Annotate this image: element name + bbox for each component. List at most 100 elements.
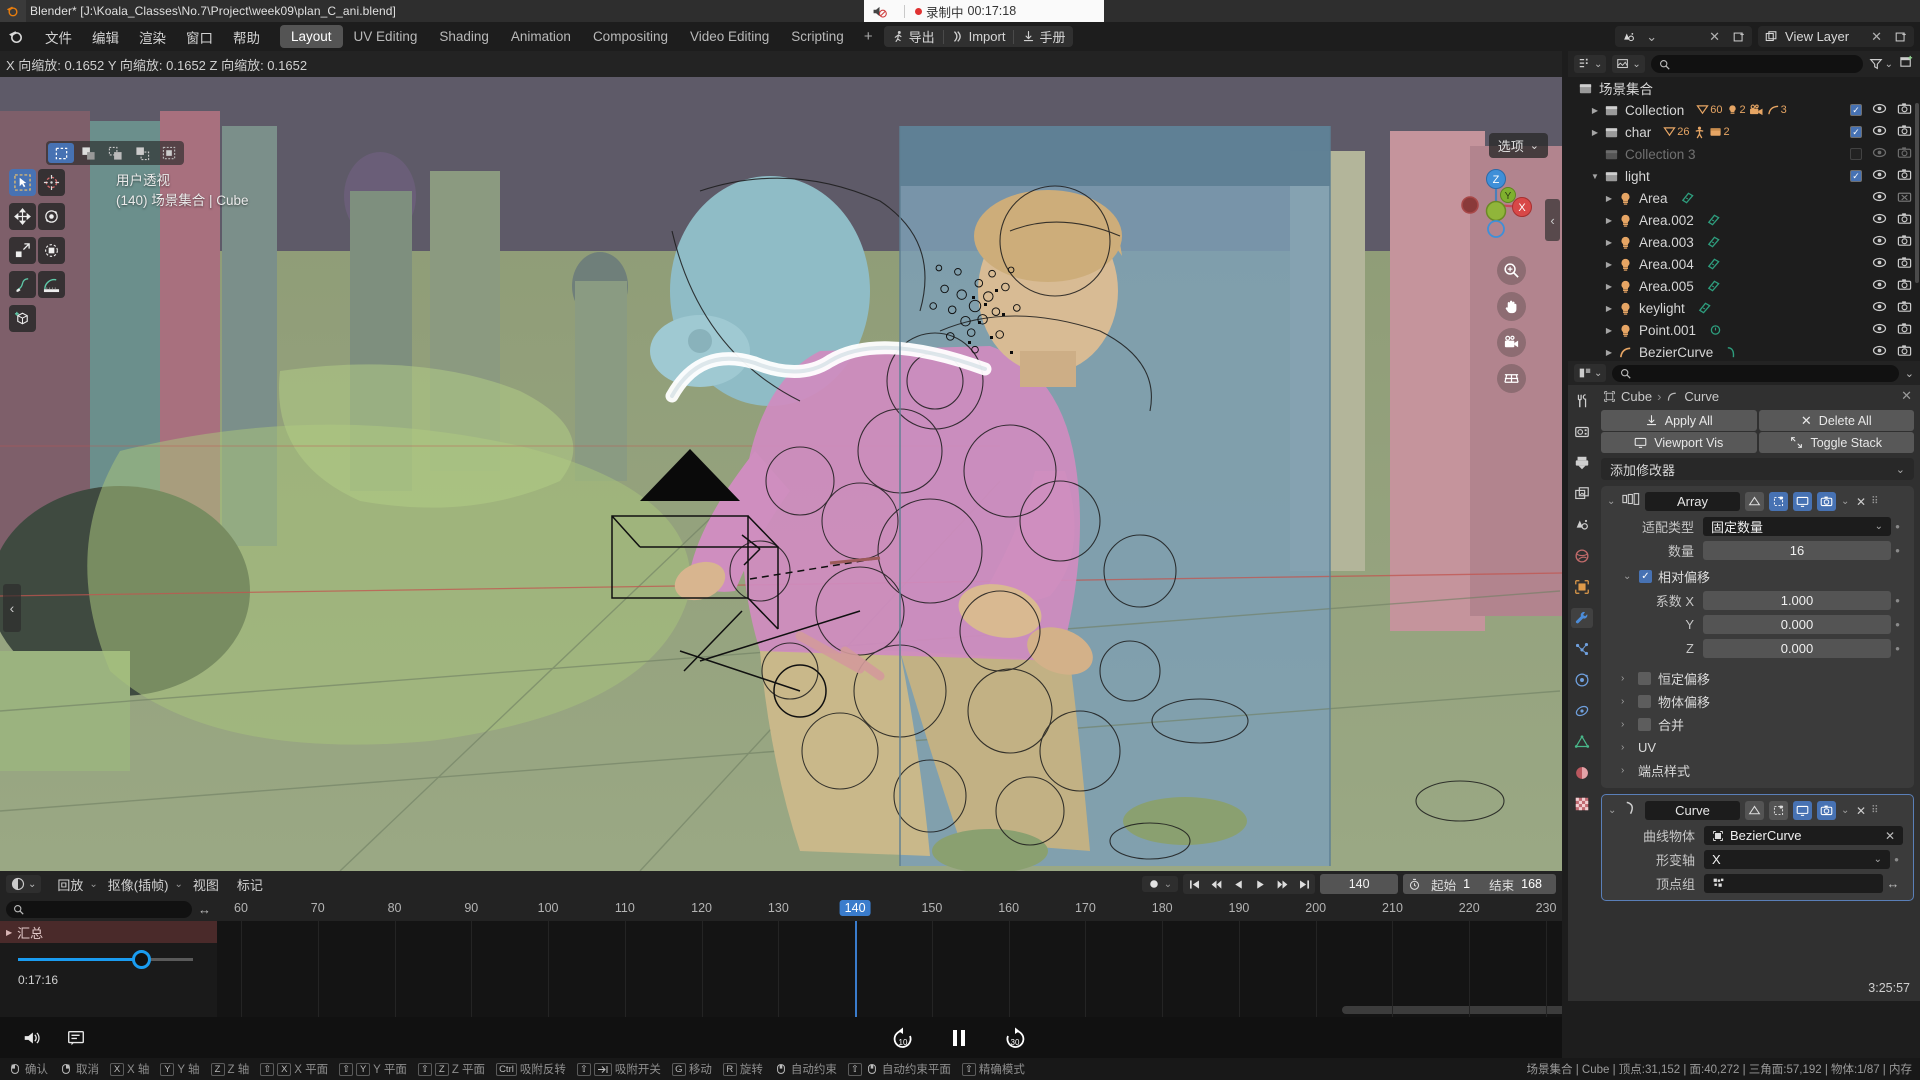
export-addon-button[interactable]: 导出 xyxy=(884,26,943,47)
timeline-menu-keying[interactable]: 抠像(插帧) xyxy=(100,872,177,897)
properties-search-input[interactable] xyxy=(1612,364,1899,382)
modifier-tab[interactable] xyxy=(1570,608,1593,628)
properties-options-chevron-icon[interactable]: ⌄ xyxy=(1905,367,1914,380)
subtitles-icon[interactable] xyxy=(66,1028,86,1053)
tab-scripting[interactable]: Scripting xyxy=(780,25,855,48)
start-frame-value[interactable]: 1 xyxy=(1461,877,1484,891)
constraints-tab[interactable] xyxy=(1571,701,1593,721)
menu-help[interactable]: 帮助 xyxy=(223,24,270,50)
expand-chevron-icon[interactable]: ▶ xyxy=(1602,282,1616,291)
outliner-row-area-005[interactable]: ▶ Area.005 xyxy=(1568,275,1920,297)
modifier-drag-handle[interactable]: ⠿ xyxy=(1871,805,1879,816)
constant-offset-section[interactable]: › 恒定偏移 xyxy=(1621,667,1914,690)
animate-property-dot[interactable]: • xyxy=(1891,519,1904,534)
expand-chevron-icon[interactable]: ⌄ xyxy=(1607,496,1617,507)
clear-curve-object-icon[interactable]: ✕ xyxy=(1885,829,1895,843)
hide-in-viewport-icon[interactable] xyxy=(1872,102,1887,118)
vertex-group-invert-icon[interactable]: ↔ xyxy=(1883,876,1903,891)
tab-uv-editing[interactable]: UV Editing xyxy=(343,25,429,48)
forward-30-icon[interactable]: 30 xyxy=(1002,1025,1028,1056)
edit-mode-cage-toggle[interactable] xyxy=(1745,492,1764,511)
pause-icon[interactable] xyxy=(946,1025,972,1056)
collection-exclude-checkbox[interactable]: ✓ xyxy=(1850,170,1862,182)
outliner-row-area-004[interactable]: ▶ Area.004 xyxy=(1568,253,1920,275)
hide-in-viewport-icon[interactable] xyxy=(1872,146,1887,162)
expand-chevron-icon[interactable]: ▶ xyxy=(1602,216,1616,225)
use-preview-range-icon[interactable] xyxy=(1403,878,1426,891)
outliner-display-mode-button[interactable]: ⌄ xyxy=(1612,55,1645,73)
sidebar-expand-arrow-icon[interactable]: ‹ xyxy=(1545,199,1560,241)
outliner-row-point-001[interactable]: ▶ Point.001 xyxy=(1568,319,1920,341)
timeline-menu-view[interactable]: 视图 xyxy=(185,872,227,897)
zoom-icon[interactable] xyxy=(1497,256,1526,285)
world-tab[interactable] xyxy=(1571,546,1593,566)
render-tab[interactable] xyxy=(1571,422,1593,442)
animate-property-dot[interactable]: • xyxy=(1891,641,1904,656)
previous-keyframe-button[interactable] xyxy=(1205,874,1227,894)
render-toggle[interactable] xyxy=(1817,492,1836,511)
expand-chevron-icon[interactable]: ⌄ xyxy=(1608,805,1618,816)
current-frame-input[interactable]: 140 xyxy=(1320,874,1399,894)
array-fit-type-dropdown[interactable]: 固定数量 ⌄ xyxy=(1703,517,1891,536)
collection-exclude-checkbox[interactable]: ✓ xyxy=(1850,126,1862,138)
extend-select-mode-button[interactable] xyxy=(75,143,101,163)
disable-in-render-icon[interactable] xyxy=(1897,256,1912,272)
add-modifier-button[interactable]: 添加修改器 ⌄ xyxy=(1601,458,1914,480)
expand-chevron-icon[interactable]: ▶ xyxy=(1602,238,1616,247)
factor-x-input[interactable]: 1.000 xyxy=(1703,591,1891,610)
import-addon-button[interactable]: Import xyxy=(944,26,1014,47)
navigation-gizmo[interactable]: Z Y X xyxy=(1452,161,1540,249)
properties-editor-type-button[interactable]: ⌄ xyxy=(1574,364,1607,382)
tab-shading[interactable]: Shading xyxy=(428,25,500,48)
expand-chevron-icon[interactable]: ▶ xyxy=(1602,194,1616,203)
collapse-chevron-icon[interactable]: ▼ xyxy=(1588,172,1602,181)
summary-channel-row[interactable]: ▶ 汇总 xyxy=(0,921,217,943)
timeline-menu-marker[interactable]: 标记 xyxy=(229,872,271,897)
render-toggle[interactable] xyxy=(1817,801,1836,820)
hide-in-viewport-icon[interactable] xyxy=(1872,300,1887,316)
collection-exclude-checkbox[interactable]: ✓ xyxy=(1850,104,1862,116)
jump-to-start-button[interactable] xyxy=(1183,874,1205,894)
animate-property-dot[interactable]: • xyxy=(1891,593,1904,608)
outliner-filter-button[interactable]: ⌄ xyxy=(1869,57,1893,71)
outliner-row-area-003[interactable]: ▶ Area.003 xyxy=(1568,231,1920,253)
disable-in-render-icon[interactable] xyxy=(1897,212,1912,228)
outliner-scene-collection-row[interactable]: 场景集合 xyxy=(1568,77,1920,99)
cursor-tool-button[interactable] xyxy=(38,169,65,196)
outliner-row-keylight[interactable]: ▶ keylight xyxy=(1568,297,1920,319)
merge-section[interactable]: › 合并 xyxy=(1621,713,1914,736)
menu-window[interactable]: 窗口 xyxy=(176,24,223,50)
particles-tab[interactable] xyxy=(1571,639,1593,659)
channel-filter-icon[interactable]: ↔ xyxy=(198,902,211,917)
view-layer-tab[interactable] xyxy=(1571,484,1593,504)
seek-knob[interactable] xyxy=(132,950,151,969)
scale-tool-button[interactable] xyxy=(9,237,36,264)
viewport-3d[interactable]: X 向缩放: 0.1652 Y 向缩放: 0.1652 Z 向缩放: 0.165… xyxy=(0,51,1562,871)
tab-animation[interactable]: Animation xyxy=(500,25,582,48)
menu-edit[interactable]: 编辑 xyxy=(82,24,129,50)
hide-in-viewport-icon[interactable] xyxy=(1872,190,1887,206)
move-tool-button[interactable] xyxy=(9,203,36,230)
hide-in-viewport-icon[interactable] xyxy=(1872,234,1887,250)
volume-icon[interactable] xyxy=(22,1028,42,1053)
scene-tab[interactable] xyxy=(1571,515,1593,535)
grid-icon[interactable] xyxy=(1497,364,1526,393)
scene-unlink-icon[interactable]: ✕ xyxy=(1703,29,1726,45)
expand-chevron-icon[interactable]: ▶ xyxy=(1602,326,1616,335)
factor-z-input[interactable]: 0.000 xyxy=(1703,639,1891,658)
mute-icon[interactable] xyxy=(864,3,894,20)
toolbar-collapse-arrow-icon[interactable]: ‹ xyxy=(3,584,21,632)
modifier-delete-icon[interactable]: ✕ xyxy=(1856,495,1866,509)
breadcrumb-modifier[interactable]: Curve xyxy=(1684,389,1719,404)
array-count-input[interactable]: 16 xyxy=(1703,541,1891,560)
modifier-extras-chevron-icon[interactable]: ⌄ xyxy=(1841,805,1851,816)
curve-object-input[interactable]: BezierCurve ✕ xyxy=(1704,826,1903,845)
timeline-menu-playback[interactable]: 回放 xyxy=(49,872,91,897)
next-keyframe-button[interactable] xyxy=(1271,874,1293,894)
object-offset-section[interactable]: › 物体偏移 xyxy=(1621,690,1914,713)
physics-tab[interactable] xyxy=(1571,670,1593,690)
expand-chevron-icon[interactable]: ▶ xyxy=(1602,348,1616,357)
relative-offset-checkbox[interactable]: ✓ xyxy=(1639,570,1652,583)
outliner-row-collection-3[interactable]: Collection 3 ✓ xyxy=(1568,143,1920,165)
tweak-tool-button[interactable] xyxy=(9,169,36,196)
